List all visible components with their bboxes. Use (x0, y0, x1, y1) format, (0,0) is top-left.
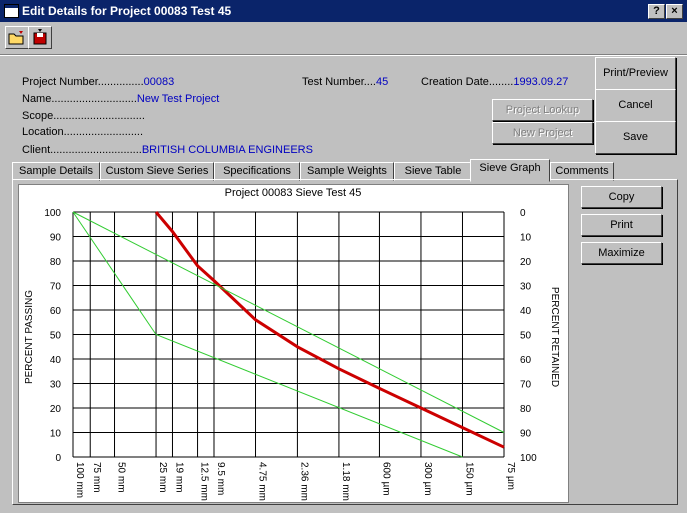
chart-title: Project 00083 Sieve Test 45 (225, 187, 362, 199)
window-title: Edit Details for Project 00083 Test 45 (22, 4, 232, 18)
y-tick-label: 10 (50, 429, 62, 440)
x-tick-label: 2.36 mm (298, 462, 309, 501)
y-tick-label: 50 (50, 331, 62, 342)
print-button[interactable]: Print (581, 214, 662, 236)
tab-sieve-graph[interactable]: Sieve Graph (470, 159, 550, 182)
y-axis-label: PERCENT PASSING (24, 290, 35, 384)
x-tick-label: 600 µm (380, 462, 391, 496)
y-tick-label: 20 (50, 404, 62, 415)
y-tick-label: 80 (50, 257, 62, 268)
y-tick-label: 90 (50, 233, 62, 244)
x-tick-label: 9.5 mm (215, 462, 226, 495)
x-tick-label: 75 µm (505, 462, 516, 490)
sieve-graph: Project 00083 Sieve Test 45 100 0 90 10 80 20… (18, 184, 569, 503)
y-tick-label: 30 (50, 380, 62, 391)
y-tick-label: 60 (50, 306, 62, 317)
y-tick-label: 40 (50, 355, 62, 366)
spec-limit-line (72, 211, 505, 433)
client-label: Client.............................. (22, 144, 142, 156)
x-tick-label: 12.5 mm (199, 462, 210, 501)
y-tick-label: 0 (55, 453, 61, 464)
project-number-row: Project Number...............00083 (22, 76, 174, 88)
y-tick-label-right: 60 (520, 355, 532, 366)
name-value: New Test Project (136, 93, 220, 105)
x-tick-label: 50 mm (116, 462, 127, 493)
test-number-row: Test Number....45 (302, 76, 388, 88)
close-button[interactable]: × (666, 4, 683, 19)
sieve-chart: Project 00083 Sieve Test 45 100 090 1080 20… (24, 187, 560, 501)
y-tick-label: 70 (50, 282, 62, 293)
project-lookup-button[interactable]: Project Lookup (492, 99, 593, 121)
creation-date-row: Creation Date........1993.09.27 (421, 76, 568, 88)
x-tick-label: 25 mm (157, 462, 168, 493)
y-tick-label-right: 70 (520, 380, 532, 391)
creation-date-value: 1993.09.27 (513, 76, 569, 88)
print-preview-button[interactable]: Print/Preview (595, 57, 676, 90)
open-folder-button[interactable] (5, 26, 29, 49)
window-icon (4, 4, 19, 18)
cancel-button[interactable]: Cancel (595, 89, 676, 122)
y-tick-label-right: 50 (520, 331, 532, 342)
y-tick-label-right: 90 (520, 429, 532, 440)
maximize-button[interactable]: Maximize (581, 242, 662, 264)
gradation-curve (154, 211, 505, 449)
x-tick-label: 300 µm (422, 462, 433, 496)
x-tick-label: 75 mm (91, 462, 102, 493)
y-tick-label-right: 30 (520, 282, 532, 293)
y-tick-label-right: 40 (520, 306, 532, 317)
save-button[interactable]: Save (595, 121, 676, 154)
y-tick-label-right: 0 (520, 208, 526, 219)
client-value: BRITISH COLUMBIA ENGINEERS (141, 144, 313, 156)
x-tick-label: 1.18 mm (340, 462, 351, 501)
y-tick-label-right: 80 (520, 404, 532, 415)
title-bar: Edit Details for Project 00083 Test 45 ?… (0, 0, 687, 22)
save-file-button[interactable] (28, 26, 52, 49)
save-file-icon (33, 29, 47, 45)
toolbar-separator (0, 54, 687, 56)
help-button[interactable]: ? (648, 4, 665, 19)
y-tick-label-right: 20 (520, 257, 532, 268)
project-number-value: 00083 (143, 76, 175, 88)
open-folder-icon (8, 31, 24, 45)
y-tick-label: 100 (44, 208, 61, 219)
location-label: Location.......................... (22, 126, 144, 138)
test-number-label: Test Number.... (302, 76, 376, 88)
new-project-button[interactable]: New Project (492, 122, 593, 144)
x-tick-label: 4.75 mm (257, 462, 268, 501)
y-tick-label-right: 100 (520, 453, 537, 464)
client-row: Client..............................BRIT… (22, 144, 313, 156)
copy-button[interactable]: Copy (581, 186, 662, 208)
name-row: Name............................New Test… (22, 93, 219, 105)
creation-date-label: Creation Date........ (421, 76, 514, 88)
test-number-value: 45 (375, 76, 389, 88)
x-tick-label: 19 mm (173, 462, 184, 493)
y-tick-label-right: 10 (520, 233, 532, 244)
y-axis-right-label: PERCENT RETAINED (549, 287, 560, 387)
x-tick-label: 100 mm (74, 462, 85, 498)
scope-label: Scope.............................. (22, 110, 145, 122)
name-label: Name............................ (22, 93, 137, 105)
x-tick-label: 150 µm (463, 462, 474, 496)
project-number-label: Project Number............... (22, 76, 144, 88)
